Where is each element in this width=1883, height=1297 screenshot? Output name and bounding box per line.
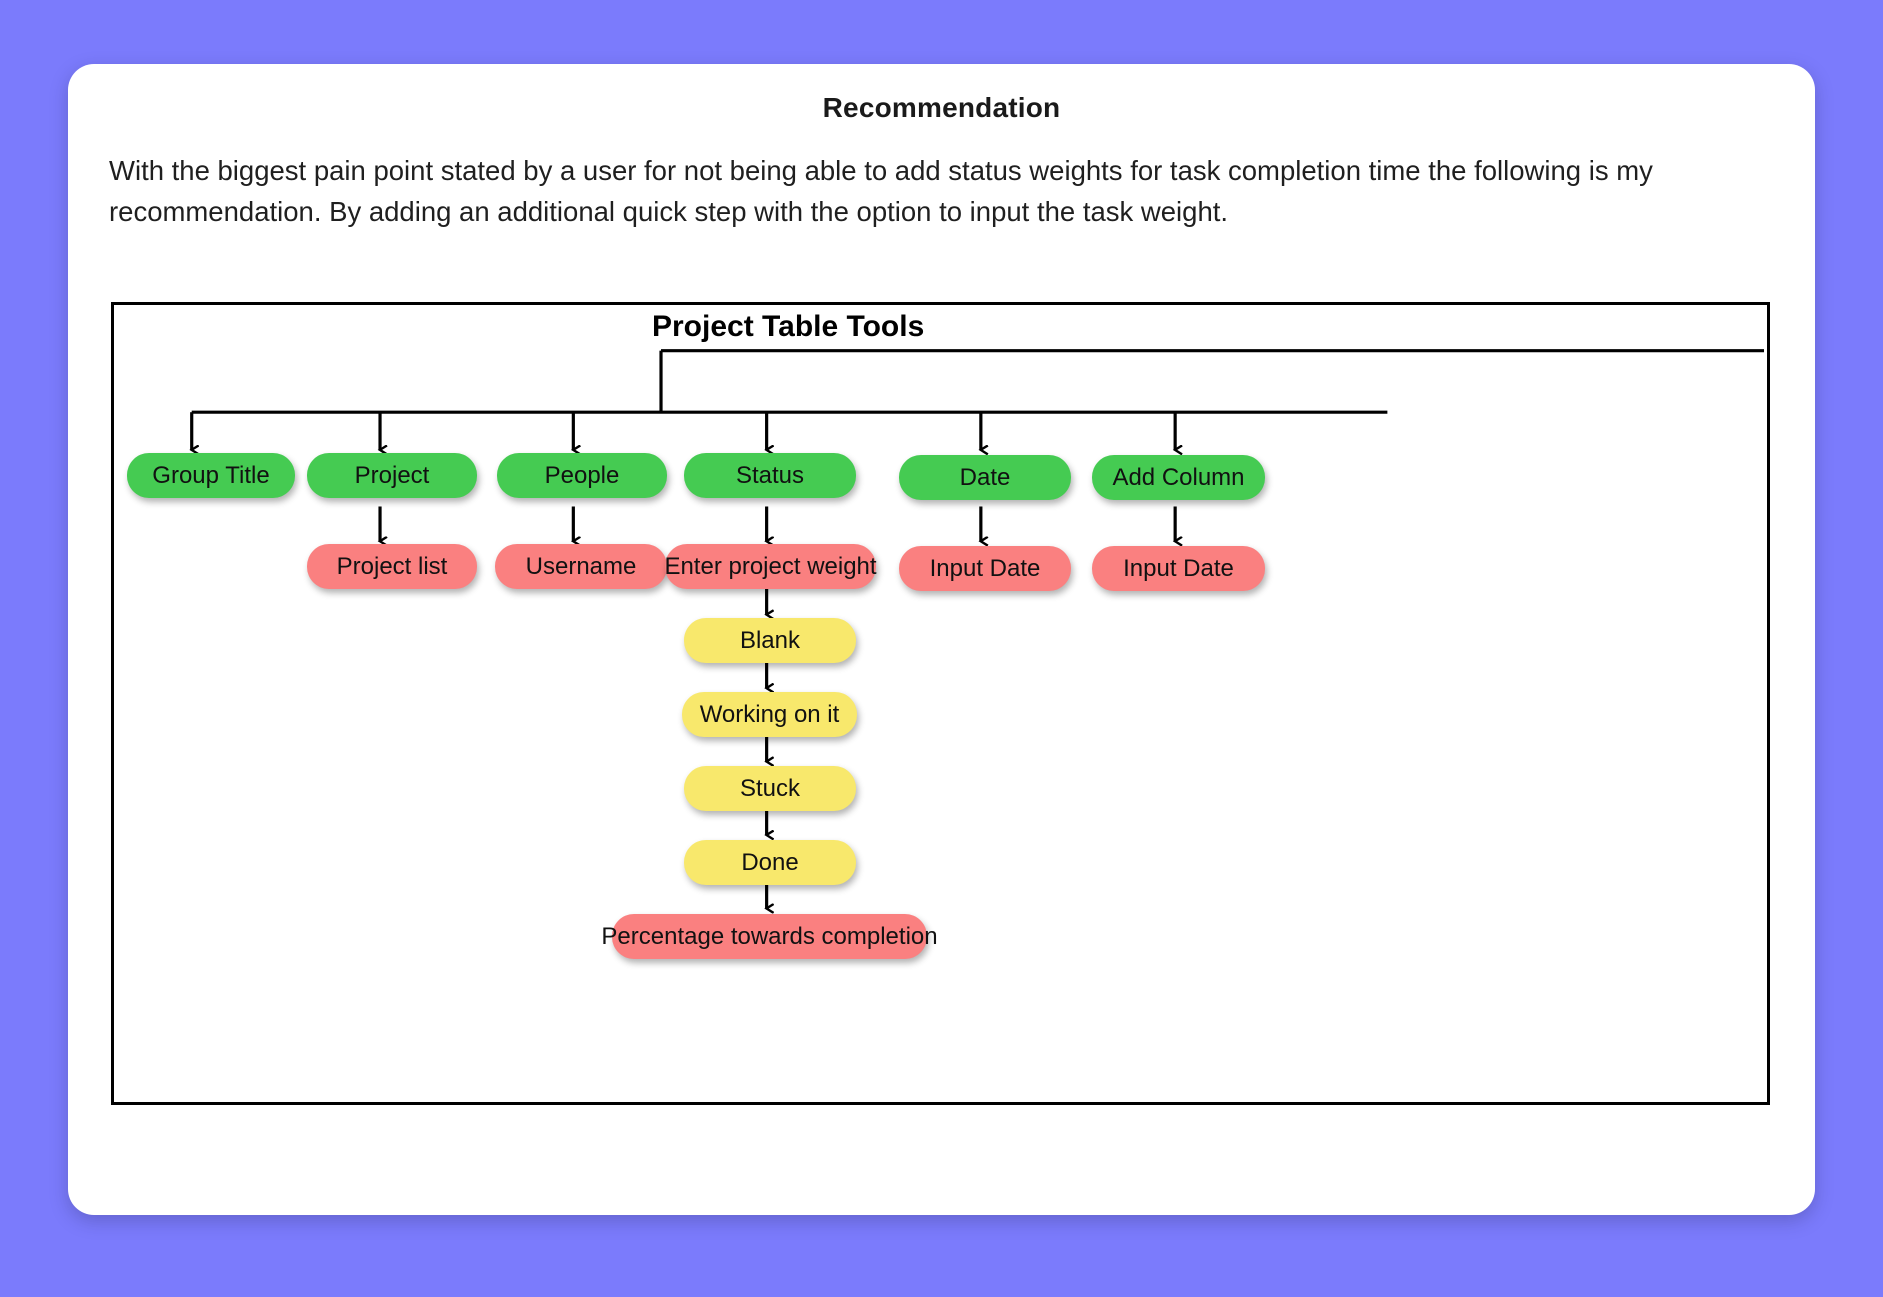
node-input-date-date[interactable]: Input Date: [899, 546, 1071, 591]
node-label: Project: [354, 461, 430, 489]
node-label: Input Date: [929, 554, 1041, 582]
node-label: Date: [959, 463, 1011, 491]
node-working-on-it[interactable]: Working on it: [682, 692, 857, 737]
node-blank[interactable]: Blank: [684, 618, 856, 663]
node-add-column[interactable]: Add Column: [1092, 455, 1265, 500]
node-label: Stuck: [739, 774, 801, 802]
node-status[interactable]: Status: [684, 453, 856, 498]
recommendation-card: Recommendation With the biggest pain poi…: [68, 64, 1815, 1215]
diagram-connectors: [114, 349, 1765, 1102]
node-label: Input Date: [1123, 554, 1234, 582]
node-stuck[interactable]: Stuck: [684, 766, 856, 811]
node-label: Status: [735, 461, 805, 489]
diagram-frame: Project Table Tools Group Title Project …: [111, 302, 1770, 1105]
node-project-list[interactable]: Project list: [307, 544, 477, 589]
node-label: Blank: [739, 626, 801, 654]
node-input-date-add-column[interactable]: Input Date: [1092, 546, 1265, 591]
node-label: Add Column: [1112, 463, 1245, 491]
node-label: Working on it: [699, 700, 840, 728]
node-label: People: [544, 461, 620, 489]
node-label: Percentage towards completion: [601, 922, 938, 950]
node-people[interactable]: People: [497, 453, 667, 498]
node-label: Done: [741, 848, 799, 876]
node-percentage-towards-completion[interactable]: Percentage towards completion: [601, 914, 938, 959]
node-date[interactable]: Date: [899, 455, 1071, 500]
node-username[interactable]: Username: [495, 544, 667, 589]
recommendation-body-text: With the biggest pain point stated by a …: [109, 155, 1653, 227]
node-enter-project-weight[interactable]: Enter project weight: [664, 544, 877, 589]
node-label: Group Title: [152, 461, 270, 489]
page-title: Recommendation: [822, 92, 1061, 123]
node-group-title[interactable]: Group Title: [127, 453, 295, 498]
node-label: Username: [525, 552, 637, 580]
diagram-title: Project Table Tools: [652, 310, 925, 343]
node-label: Project list: [336, 552, 448, 580]
node-label: Enter project weight: [664, 552, 877, 580]
node-done[interactable]: Done: [684, 840, 856, 885]
node-project[interactable]: Project: [307, 453, 477, 498]
